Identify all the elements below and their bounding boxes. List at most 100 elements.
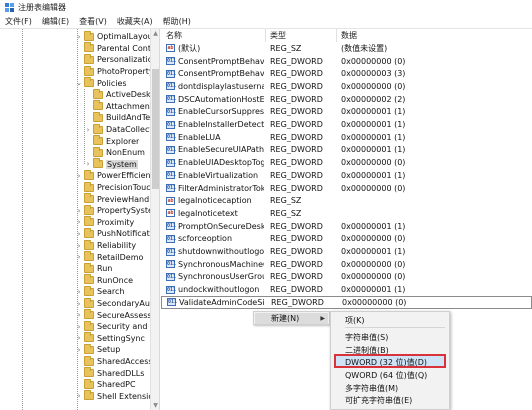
list-item[interactable]: 011 shutdownwithoutlogon REG_DWORD 0x000000… [161, 245, 532, 258]
tree-item-runonce[interactable]: RunOnce [84, 274, 133, 287]
tree-item-optimallayout[interactable]: › OptimalLayout [78, 30, 150, 43]
column-header-name[interactable]: 名称 [166, 30, 182, 41]
tree-item-system[interactable]: › System [87, 158, 138, 171]
list-item[interactable]: 011 EnableVirtualization REG_DWORD 0x000000… [161, 169, 532, 182]
tree-item-sharedpc[interactable]: SharedPC [84, 378, 136, 391]
tree-item-reliability[interactable]: › Reliability [78, 239, 136, 252]
expand-icon[interactable]: › [76, 253, 82, 261]
expand-icon[interactable]: › [76, 207, 82, 215]
column-header-data[interactable]: 数据 [341, 30, 357, 41]
tree-item-setup[interactable]: › Setup [78, 343, 120, 356]
expand-icon[interactable]: › [76, 346, 82, 354]
expand-icon[interactable]: › [76, 172, 82, 180]
tree-item-search[interactable]: › Search [78, 285, 124, 298]
expand-icon[interactable]: › [76, 300, 82, 308]
list-item[interactable]: 011SynchronousMachineGr... REG_DWORD 0x000… [161, 258, 532, 271]
tree-item-activedeskto[interactable]: ActiveDeskto [93, 88, 150, 101]
tree-item-propertysystem[interactable]: › PropertySystem [78, 204, 150, 217]
tree-item-secondaryauthl[interactable]: › SecondaryAuthl [78, 297, 150, 310]
submenu-item-0[interactable]: 项(K) [345, 315, 365, 326]
tree-item-secureassessm[interactable]: › SecureAssessm [78, 309, 150, 321]
scroll-up-icon[interactable]: ▲ [151, 29, 160, 38]
tree-item-label: ActiveDeskto [106, 90, 150, 100]
tree-item-pushnotification[interactable]: › PushNotification [78, 227, 150, 240]
tree-item-attachments[interactable]: Attachments [93, 100, 150, 113]
list-item[interactable]: 011EnableCursorSuppression REG_DWORD 0x000… [161, 106, 532, 119]
tree-item-datacollecti[interactable]: › DataCollecti [87, 123, 150, 136]
list-item[interactable]: 011ConsentPromptBehavior... REG_DWORD 0x00… [161, 67, 532, 80]
expand-icon[interactable]: › [76, 334, 82, 342]
tree-item-nonenum[interactable]: NonEnum [93, 146, 145, 159]
list-item[interactable]: 011EnableInstallerDetection REG_DWORD 0x00… [161, 118, 532, 131]
list-item[interactable]: 011DSCAutomationHostEna... REG_DWORD 0x000… [161, 93, 532, 106]
expand-icon[interactable]: › [76, 242, 82, 250]
list-item[interactable]: ab legalnoticecaption REG_SZ [161, 194, 532, 207]
expand-icon[interactable]: › [76, 323, 82, 331]
list-item[interactable]: 011 EnableLUA REG_DWORD 0x00000001 (1) [161, 131, 532, 144]
list-item[interactable]: 011 undockwithoutlogon REG_DWORD 0x00000001… [161, 283, 532, 296]
list-item[interactable]: 011ConsentPromptBehavior... REG_DWORD 0x00… [161, 55, 532, 68]
menu-help[interactable]: 帮助(H) [158, 16, 196, 27]
tree-item-powerefficiency[interactable]: › PowerEfficiency [78, 169, 150, 182]
tree-item-previewhandler[interactable]: PreviewHandler [84, 193, 150, 205]
expand-icon[interactable]: › [76, 230, 82, 238]
list-item[interactable]: 011FilterAdministratorToken REG_DWORD 0x00… [161, 182, 532, 195]
tree-item-retaildemo[interactable]: › RetailDemo [78, 251, 143, 263]
folder-icon [84, 343, 94, 354]
scroll-down-icon[interactable]: ▼ [151, 401, 160, 410]
tree-item-explorer[interactable]: Explorer [93, 135, 139, 147]
submenu-item-3[interactable]: DWORD (32 位)值(D) [345, 357, 427, 368]
tree-item-settingsync[interactable]: › SettingSync [78, 332, 145, 345]
submenu-item-1[interactable]: 字符串值(S) [345, 332, 388, 343]
tree-item-label: SecureAssessm [97, 310, 150, 320]
list-item[interactable]: 011SynchronousUserGroup... REG_DWORD 0x000… [161, 271, 532, 284]
menu-favorites[interactable]: 收藏夹(A) [112, 16, 158, 27]
tree-item-precisiontouchl[interactable]: PrecisionTouchl [84, 181, 150, 194]
tree-item-shell-extensions[interactable]: › Shell Extensions [78, 390, 150, 403]
list-item[interactable]: 011dontdisplaylastusername REG_DWORD 0x000… [161, 80, 532, 93]
context-menu-new[interactable]: 新建(N) ▶ [255, 313, 328, 324]
submenu-item-6[interactable]: 可扩充字符串值(E) [345, 395, 412, 406]
tree-item-proximity[interactable]: › Proximity [78, 216, 134, 229]
expand-icon[interactable]: › [76, 218, 82, 226]
tree-item-policies[interactable]: ⌄ Policies [76, 77, 127, 89]
submenu-item-5[interactable]: 多字符串值(M) [345, 383, 398, 394]
tree-item-label: Run [97, 264, 113, 274]
scrollbar-thumb[interactable] [152, 69, 159, 189]
collapse-icon[interactable]: ⌄ [76, 79, 82, 87]
submenu-item-2[interactable]: 二进制值(B) [345, 345, 389, 356]
list-item[interactable]: 011 EnableSecureUIAPaths REG_DWORD 0x000000… [161, 144, 532, 157]
list-item[interactable]: 011PromptOnSecureDesktop REG_DWORD 0x00000… [161, 220, 532, 233]
expand-icon[interactable]: › [85, 126, 91, 134]
tree-item-security-and-m[interactable]: › Security and M [78, 320, 150, 333]
list-item[interactable]: 011 scforceoption REG_DWORD 0x00000000 (0) [161, 233, 532, 246]
tree-item-buildandtel[interactable]: BuildAndTel [93, 111, 150, 124]
menu-view[interactable]: 查看(V) [74, 16, 112, 27]
list-item[interactable]: 011ValidateAdminCodeSign... REG_DWORD 0x00… [161, 296, 532, 309]
list-item[interactable]: ab legalnoticetext REG_SZ [161, 207, 532, 220]
registry-tree[interactable]: › OptimalLayout Parental Contr Personalizat… [0, 29, 160, 410]
expand-icon[interactable]: › [85, 160, 91, 168]
expand-icon[interactable]: › [76, 288, 82, 296]
menu-file[interactable]: 文件(F) [0, 16, 37, 27]
menu-edit[interactable]: 编辑(E) [37, 16, 74, 27]
value-name: dontdisplaylastusername [178, 81, 264, 91]
tree-scrollbar[interactable]: ▲ ▼ [150, 29, 159, 410]
tree-item-run[interactable]: Run [84, 262, 113, 275]
tree-item-parental-contr[interactable]: Parental Contr [84, 42, 150, 55]
tree-item-photopropertyh[interactable]: PhotoPropertyH [84, 65, 150, 78]
list-item[interactable]: ab (默认) REG_SZ (数值未设置) [161, 42, 532, 55]
tree-item-personalization[interactable]: Personalization [84, 53, 150, 66]
expand-icon[interactable]: › [76, 33, 82, 41]
submenu-item-4[interactable]: QWORD (64 位)值(Q) [345, 370, 427, 381]
binary-value-icon: 011 [166, 69, 177, 78]
expand-icon[interactable]: › [76, 311, 82, 319]
tree-item-label: SecondaryAuthl [97, 299, 150, 309]
tree-item-shareddlls[interactable]: SharedDLLs [84, 367, 144, 379]
column-header-type[interactable]: 类型 [270, 30, 286, 41]
value-type: REG_DWORD [270, 69, 323, 79]
list-item[interactable]: 011EnableUIADesktopToggle REG_DWORD 0x0000… [161, 156, 532, 169]
value-type: REG_DWORD [270, 170, 323, 180]
tree-item-sharedaccess[interactable]: SharedAccess [84, 355, 150, 368]
expand-icon[interactable]: › [76, 392, 82, 400]
